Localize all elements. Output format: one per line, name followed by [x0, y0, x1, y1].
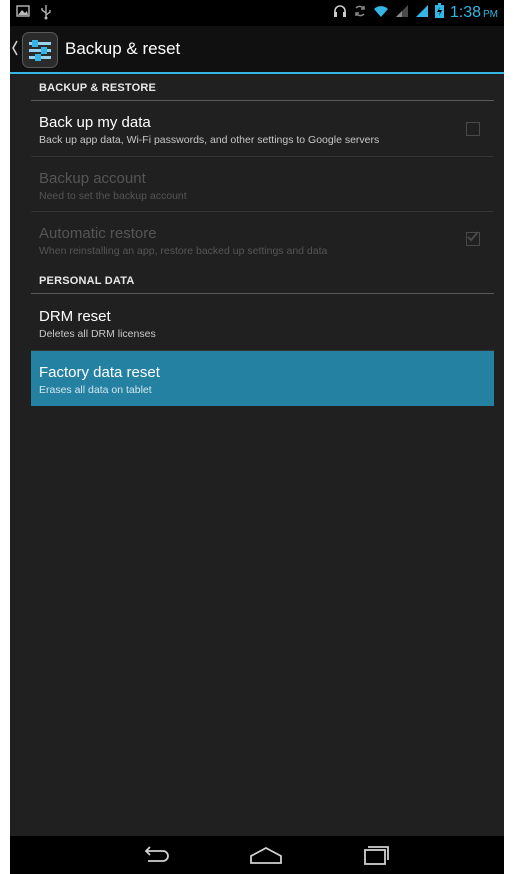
setting-summary: Deletes all DRM licenses: [39, 328, 156, 340]
sync-icon: [353, 4, 367, 23]
wifi-icon: [373, 4, 389, 23]
status-bar: 1:38 PM: [10, 0, 504, 26]
image-icon: [16, 4, 30, 25]
setting-automatic-restore[interactable]: Automatic restore When reinstalling an a…: [31, 212, 494, 266]
status-time-ampm: PM: [483, 9, 498, 20]
section-header-label: BACKUP & RESTORE: [39, 82, 157, 94]
status-time-value: 1:38: [449, 4, 481, 21]
status-time: 1:38 PM: [450, 4, 498, 22]
setting-title: Automatic restore: [39, 225, 157, 242]
setting-summary: Back up app data, Wi-Fi passwords, and o…: [39, 134, 380, 146]
navigation-bar: [10, 836, 504, 874]
setting-backup-account[interactable]: Backup account Need to set the backup ac…: [31, 157, 494, 212]
setting-summary: Erases all data on tablet: [39, 384, 152, 396]
setting-drm-reset[interactable]: DRM reset Deletes all DRM licenses: [31, 295, 494, 351]
setting-title: Backup account: [39, 170, 146, 187]
signal-icon: [395, 4, 409, 23]
setting-summary: When reinstalling an app, restore backed…: [39, 245, 328, 257]
checkmark-icon: [467, 231, 479, 242]
setting-back-up-my-data[interactable]: Back up my data Back up app data, Wi-Fi …: [31, 101, 494, 157]
headset-icon: [333, 4, 347, 23]
setting-factory-data-reset[interactable]: Factory data reset Erases all data on ta…: [31, 351, 494, 406]
back-up-checkbox[interactable]: [466, 122, 480, 136]
setting-title: Back up my data: [39, 114, 151, 131]
setting-title: Factory data reset: [39, 364, 160, 381]
home-icon[interactable]: [246, 843, 286, 867]
back-icon[interactable]: [136, 843, 176, 867]
device-screen: 1:38 PM Backup & reset BACKUP & RESTORE: [10, 0, 504, 874]
battery-icon: [434, 3, 444, 23]
page-title: Backup & reset: [65, 39, 181, 58]
setting-summary: Need to set the backup account: [39, 190, 187, 202]
signal-icon: [415, 4, 429, 23]
usb-icon: [40, 4, 52, 25]
automatic-restore-checkbox[interactable]: [466, 231, 480, 246]
action-bar: Backup & reset: [10, 26, 504, 74]
section-header-personal-data: PERSONAL DATA: [31, 269, 494, 294]
section-header-backup-restore: BACKUP & RESTORE: [31, 76, 494, 101]
settings-list: BACKUP & RESTORE Back up my data Back up…: [10, 74, 504, 836]
setting-title: DRM reset: [39, 308, 111, 325]
section-header-label: PERSONAL DATA: [39, 275, 135, 287]
settings-sliders-icon[interactable]: [22, 32, 58, 68]
up-caret-icon[interactable]: [10, 37, 20, 59]
recent-apps-icon[interactable]: [356, 843, 396, 867]
